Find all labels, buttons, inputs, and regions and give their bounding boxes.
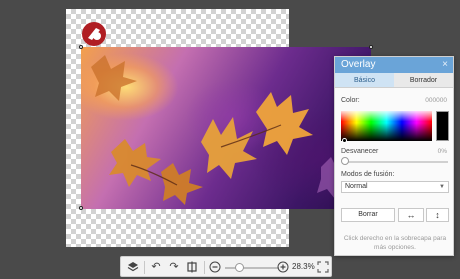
- flip-vertical-button[interactable]: ↕: [426, 208, 449, 222]
- undo-icon[interactable]: ↶: [150, 261, 162, 273]
- flip-horizontal-button[interactable]: ↔: [398, 208, 424, 222]
- fade-slider-track[interactable]: [343, 161, 448, 163]
- fade-slider-thumb[interactable]: [341, 157, 349, 165]
- redo-icon[interactable]: ↷: [168, 261, 180, 273]
- zoom-slider-track[interactable]: [225, 267, 279, 269]
- flip-horizontal-icon: ↔: [406, 210, 416, 220]
- erase-button[interactable]: Borrar: [341, 208, 395, 222]
- tab-borrador[interactable]: Borrador: [394, 73, 453, 87]
- overlay-image-layer[interactable]: [81, 47, 371, 209]
- fullscreen-icon[interactable]: [317, 261, 329, 273]
- panel-header: Overlay ×: [335, 57, 453, 73]
- tab-basico[interactable]: Básico: [335, 73, 394, 87]
- blend-mode-select[interactable]: Normal ▼: [341, 181, 449, 193]
- zoom-percentage: 28.3%: [292, 262, 315, 271]
- brand-logo-icon: [80, 20, 108, 48]
- color-spectrum-picker[interactable]: [341, 111, 432, 141]
- hint-text: Click derecho en la sobrecapa para más o…: [343, 235, 447, 251]
- layers-icon[interactable]: [127, 261, 139, 273]
- close-icon[interactable]: ×: [442, 57, 448, 73]
- flip-vertical-icon: ↕: [435, 210, 440, 220]
- autumn-leaves-image: [91, 55, 353, 205]
- color-picker-cursor[interactable]: [342, 138, 347, 143]
- blend-mode-label: Modos de fusión:: [341, 171, 395, 178]
- selection-handle-top-right[interactable]: [369, 45, 373, 49]
- overlay-panel: Overlay × Básico Borrador Color: 000000 …: [334, 56, 454, 256]
- fade-label: Desvanecer: [341, 148, 379, 155]
- bottom-toolbar: ↶ ↷ 28.3%: [120, 256, 332, 277]
- zoom-out-icon[interactable]: [209, 261, 221, 273]
- color-label: Color:: [341, 97, 360, 104]
- panel-tabs: Básico Borrador: [335, 73, 453, 88]
- selection-handle-bottom-left[interactable]: [79, 206, 83, 210]
- color-preview-swatch: [436, 111, 449, 141]
- chevron-down-icon: ▼: [439, 184, 445, 190]
- compare-icon[interactable]: [186, 261, 198, 273]
- blend-mode-value: Normal: [345, 183, 368, 190]
- fade-value: 0%: [437, 148, 447, 155]
- zoom-slider-thumb[interactable]: [235, 263, 244, 272]
- zoom-in-icon[interactable]: [277, 261, 289, 273]
- color-hex-value[interactable]: 000000: [425, 97, 447, 104]
- panel-title: Overlay: [341, 59, 376, 70]
